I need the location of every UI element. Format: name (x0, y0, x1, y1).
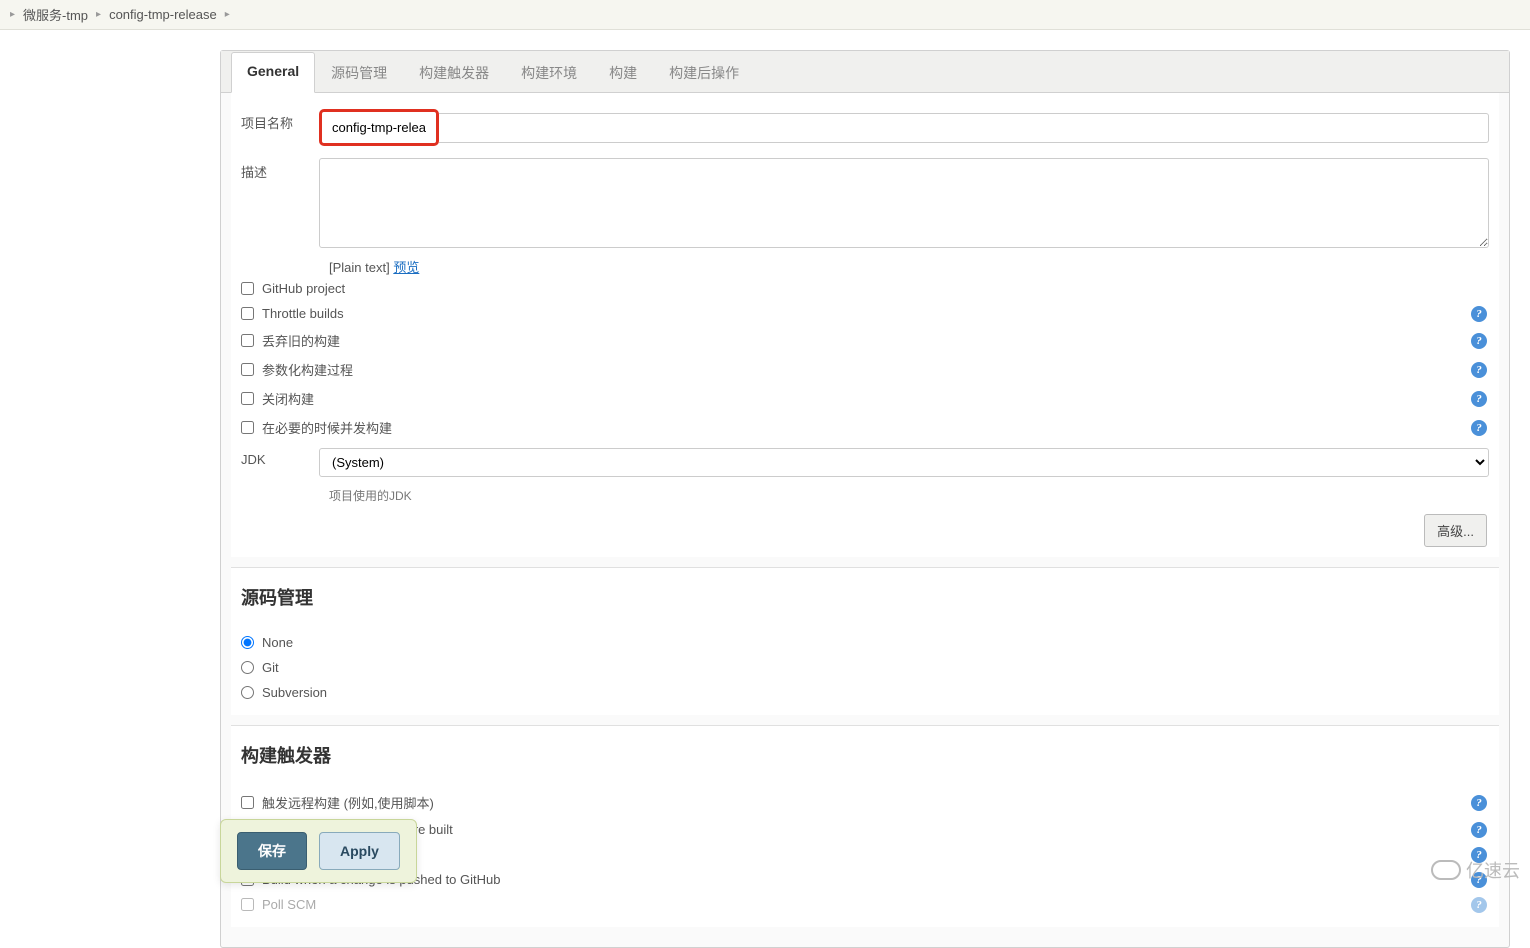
tab-build-env[interactable]: 构建环境 (505, 52, 593, 93)
help-icon[interactable]: ? (1471, 420, 1487, 436)
remote-trigger-label[interactable]: 触发远程构建 (例如,使用脚本) (262, 793, 434, 812)
help-icon[interactable]: ? (1471, 795, 1487, 811)
scm-subversion-radio[interactable] (241, 686, 254, 699)
breadcrumb: ▸ 微服务-tmp ▸ config-tmp-release ▸ (0, 0, 1530, 30)
breadcrumb-item-1[interactable]: config-tmp-release (109, 7, 217, 22)
chevron-right-icon: ▸ (96, 9, 101, 20)
help-icon[interactable]: ? (1471, 391, 1487, 407)
parameterized-build-label[interactable]: 参数化构建过程 (262, 360, 353, 379)
description-textarea[interactable] (319, 158, 1489, 248)
throttle-builds-label[interactable]: Throttle builds (262, 306, 344, 321)
config-panel: General 源码管理 构建触发器 构建环境 构建 构建后操作 项目名称 (220, 50, 1510, 948)
action-bar: 保存 Apply (220, 819, 417, 883)
discard-old-builds-checkbox[interactable] (241, 334, 254, 347)
tab-general[interactable]: General (231, 52, 315, 93)
chevron-right-icon: ▸ (10, 9, 15, 20)
disable-build-label[interactable]: 关闭构建 (262, 389, 314, 408)
scm-section-title: 源码管理 (231, 568, 1499, 620)
project-name-input-extension[interactable] (439, 113, 1489, 143)
parameterized-build-checkbox[interactable] (241, 363, 254, 376)
help-icon[interactable]: ? (1471, 333, 1487, 349)
disable-build-checkbox[interactable] (241, 392, 254, 405)
tab-bar: General 源码管理 构建触发器 构建环境 构建 构建后操作 (221, 51, 1509, 93)
tab-post-build[interactable]: 构建后操作 (653, 52, 755, 93)
help-icon[interactable]: ? (1471, 362, 1487, 378)
help-icon[interactable]: ? (1471, 306, 1487, 322)
project-name-highlight (319, 109, 439, 146)
description-label: 描述 (241, 158, 319, 181)
scm-git-label[interactable]: Git (262, 660, 279, 675)
tab-scm[interactable]: 源码管理 (315, 52, 403, 93)
help-icon[interactable]: ? (1471, 822, 1487, 838)
section-triggers: 触发远程构建 (例如,使用脚本) ? Build after other pro… (231, 778, 1499, 927)
poll-scm-label[interactable]: Poll SCM (262, 897, 316, 912)
scm-git-radio[interactable] (241, 661, 254, 674)
section-general: 项目名称 描述 [Plain text] 预览 (231, 93, 1499, 557)
preview-link[interactable]: 预览 (393, 260, 419, 275)
section-scm: None Git Subversion (231, 620, 1499, 715)
apply-button[interactable]: Apply (319, 832, 400, 870)
breadcrumb-item-0[interactable]: 微服务-tmp (23, 5, 88, 24)
cloud-icon (1431, 860, 1461, 880)
github-project-checkbox[interactable] (241, 282, 254, 295)
project-name-input[interactable] (324, 114, 434, 141)
scm-subversion-label[interactable]: Subversion (262, 685, 327, 700)
tab-build[interactable]: 构建 (593, 52, 653, 93)
save-button[interactable]: 保存 (237, 832, 307, 870)
poll-scm-checkbox[interactable] (241, 898, 254, 911)
jdk-select[interactable]: (System) (319, 448, 1489, 477)
description-format-row: [Plain text] 预览 (231, 257, 1499, 276)
github-project-label[interactable]: GitHub project (262, 281, 345, 296)
throttle-builds-checkbox[interactable] (241, 307, 254, 320)
project-name-label: 项目名称 (241, 109, 319, 132)
advanced-button[interactable]: 高级... (1424, 514, 1487, 547)
watermark: 亿速云 (1431, 857, 1520, 883)
scm-none-label[interactable]: None (262, 635, 293, 650)
triggers-section-title: 构建触发器 (231, 726, 1499, 778)
watermark-text: 亿速云 (1466, 857, 1520, 883)
chevron-right-icon: ▸ (225, 9, 230, 20)
concurrent-build-label[interactable]: 在必要的时候并发构建 (262, 418, 392, 437)
tab-triggers[interactable]: 构建触发器 (403, 52, 505, 93)
scm-none-radio[interactable] (241, 636, 254, 649)
remote-trigger-checkbox[interactable] (241, 796, 254, 809)
concurrent-build-checkbox[interactable] (241, 421, 254, 434)
plain-text-label: [Plain text] (329, 260, 393, 275)
jdk-label: JDK (241, 448, 319, 467)
jdk-hint: 项目使用的JDK (231, 487, 1499, 504)
discard-old-builds-label[interactable]: 丢弃旧的构建 (262, 331, 340, 350)
help-icon[interactable]: ? (1471, 897, 1487, 913)
